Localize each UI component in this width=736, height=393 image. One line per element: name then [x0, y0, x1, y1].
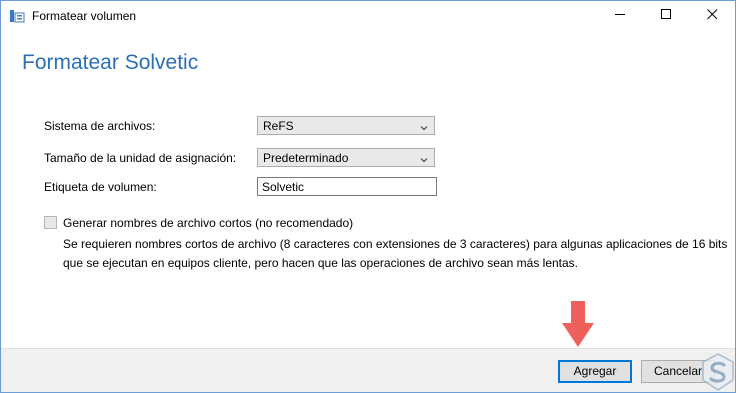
volume-label-label: Etiqueta de volumen: — [44, 180, 157, 194]
title-bar[interactable]: Formatear volumen — [1, 1, 735, 31]
maximize-icon — [660, 9, 672, 23]
chevron-down-icon — [420, 153, 428, 163]
short-names-description-line2: que se ejecutan en equipos cliente, pero… — [63, 256, 579, 270]
maximize-button[interactable] — [643, 1, 689, 31]
red-arrow-down-icon — [561, 301, 595, 349]
format-volume-dialog: Formatear volumen Formatear Solvetic Sis… — [0, 0, 736, 393]
allocation-label: Tamaño de la unidad de asignación: — [44, 151, 237, 165]
volume-label-input[interactable] — [257, 177, 437, 196]
window-title: Formatear volumen — [32, 9, 137, 23]
filesystem-value: ReFS — [263, 119, 294, 133]
filesystem-select[interactable]: ReFS — [257, 116, 435, 135]
short-names-checkbox[interactable] — [44, 216, 57, 229]
minimize-icon — [614, 9, 626, 23]
short-names-label[interactable]: Generar nombres de archivo cortos (no re… — [63, 216, 353, 230]
chevron-down-icon — [420, 121, 428, 131]
volume-icon — [9, 9, 25, 23]
allocation-value: Predeterminado — [263, 151, 349, 165]
minimize-button[interactable] — [597, 1, 643, 31]
allocation-select[interactable]: Predeterminado — [257, 148, 435, 167]
close-icon — [706, 9, 718, 23]
add-button[interactable]: Agregar — [558, 360, 632, 383]
solvetic-logo-icon — [701, 353, 735, 391]
close-button[interactable] — [689, 1, 735, 31]
short-names-description-line1: Se requieren nombres cortos de archivo (… — [63, 237, 728, 251]
filesystem-label: Sistema de archivos: — [44, 119, 156, 133]
page-title: Formatear Solvetic — [22, 51, 199, 74]
